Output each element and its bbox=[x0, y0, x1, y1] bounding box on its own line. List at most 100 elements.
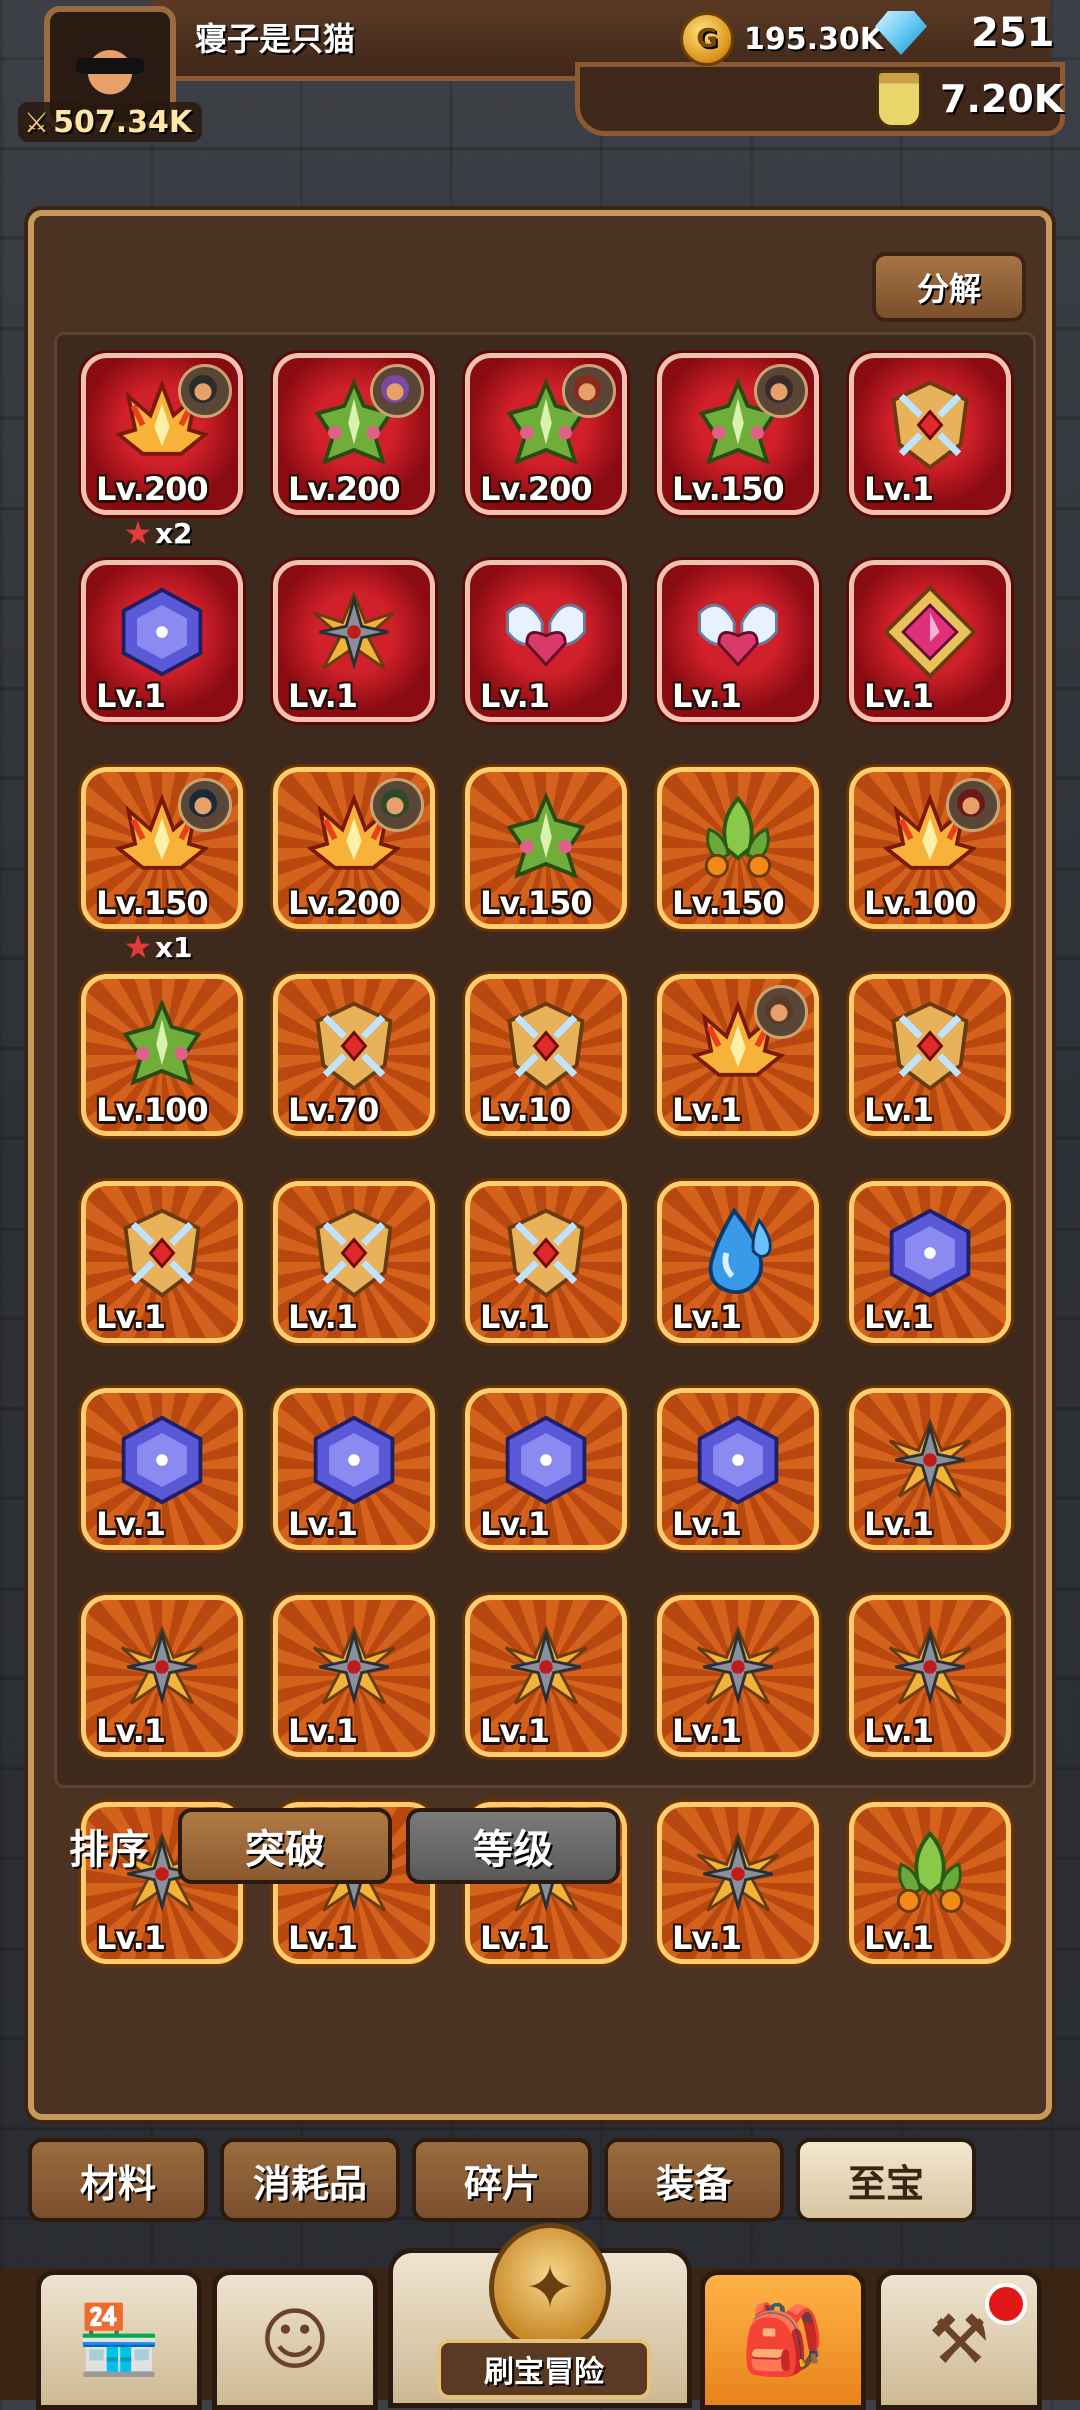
item-level: Lv.1 bbox=[864, 1505, 934, 1543]
item-level: Lv.200 bbox=[96, 470, 209, 508]
star-count: x1 bbox=[125, 931, 193, 964]
treasure-item[interactable]: Lv.1 bbox=[849, 1595, 1011, 1757]
shuriken-icon bbox=[882, 1412, 978, 1508]
star-count: x2 bbox=[125, 517, 193, 550]
treasure-item[interactable]: Lv.200 bbox=[465, 353, 627, 515]
tab-equipment[interactable]: 装备 bbox=[604, 2138, 784, 2222]
potion-value: 7.20K bbox=[940, 77, 1064, 121]
adventure-label: 刷宝冒险 bbox=[437, 2339, 651, 2399]
forge-hammer-icon: ⚒ bbox=[928, 2300, 990, 2380]
red-star-icon bbox=[125, 520, 151, 545]
treasure-item[interactable]: Lv.1 bbox=[273, 1388, 435, 1550]
treasure-item[interactable]: Lv.150 bbox=[657, 353, 819, 515]
decompose-button[interactable]: 分解 bbox=[872, 252, 1026, 322]
treasure-item[interactable]: Lv.200 bbox=[81, 353, 243, 515]
nav-backpack-button[interactable]: 🎒 bbox=[700, 2270, 866, 2410]
treasure-item[interactable]: Lv.1 bbox=[81, 1388, 243, 1550]
treasure-item[interactable]: Lv.1 bbox=[465, 1181, 627, 1343]
item-level: Lv.200 bbox=[480, 470, 593, 508]
treasure-item[interactable]: Lv.150 bbox=[81, 767, 243, 929]
treasure-item[interactable]: Lv.1 bbox=[849, 560, 1011, 722]
treasure-item[interactable]: Lv.1 bbox=[849, 1388, 1011, 1550]
treasure-item[interactable]: Lv.1 bbox=[849, 353, 1011, 515]
treasure-item[interactable]: Lv.1 bbox=[657, 1595, 819, 1757]
treasure-item[interactable]: Lv.1 bbox=[273, 560, 435, 722]
item-level: Lv.1 bbox=[480, 1712, 550, 1750]
potion-display[interactable]: 7.20K bbox=[876, 70, 1063, 128]
nav-shop-button[interactable]: 🏪 bbox=[36, 2270, 202, 2410]
gold-coin-icon: G bbox=[680, 12, 734, 66]
sort-label: 排序 bbox=[69, 1827, 149, 1873]
treasure-item[interactable]: Lv.1 bbox=[465, 560, 627, 722]
hex-gem-icon bbox=[690, 1412, 786, 1508]
treasure-item[interactable]: Lv.1 bbox=[273, 1595, 435, 1757]
sort-level-button[interactable]: 等级 bbox=[406, 1808, 620, 1884]
item-level: Lv.1 bbox=[864, 1298, 934, 1336]
tab-fragments[interactable]: 碎片 bbox=[412, 2138, 592, 2222]
gold-display[interactable]: G 195.30K bbox=[680, 12, 883, 66]
treasure-item[interactable]: Lv.1 bbox=[849, 974, 1011, 1136]
treasure-item[interactable]: Lv.1 bbox=[657, 974, 819, 1136]
shield-emblem-icon bbox=[882, 998, 978, 1094]
item-level: Lv.1 bbox=[864, 1712, 934, 1750]
gem-value: 251 bbox=[971, 10, 1055, 56]
treasure-item[interactable]: Lv.200 bbox=[273, 767, 435, 929]
item-level: Lv.1 bbox=[96, 1298, 166, 1336]
treasure-item[interactable]: Lv.1 bbox=[81, 560, 243, 722]
treasure-item[interactable]: Lv.150 bbox=[465, 767, 627, 929]
item-level: Lv.1 bbox=[288, 1505, 358, 1543]
hero-badge-icon bbox=[946, 778, 1000, 832]
tab-materials[interactable]: 材料 bbox=[28, 2138, 208, 2222]
top-bar: ⚔ 507.34K 寝子是只猫 G 195.30K 251 7.20K bbox=[0, 0, 1080, 142]
treasure-item[interactable]: Lv.1 bbox=[657, 1388, 819, 1550]
star-count-text: x1 bbox=[155, 931, 193, 964]
item-level: Lv.150 bbox=[672, 884, 785, 922]
treasure-item[interactable]: Lv.10 bbox=[465, 974, 627, 1136]
hero-face bbox=[381, 375, 409, 403]
treasure-item[interactable]: Lv.1 bbox=[465, 1388, 627, 1550]
thorn-crown-icon bbox=[114, 998, 210, 1094]
thorn-crown-icon bbox=[498, 791, 594, 887]
diamond-gem-icon bbox=[875, 11, 927, 55]
treasure-item[interactable]: Lv.1 bbox=[81, 1181, 243, 1343]
shuriken-icon bbox=[498, 1619, 594, 1715]
leaf-orb-icon bbox=[690, 791, 786, 887]
hero-badge-icon bbox=[754, 985, 808, 1039]
hero-face bbox=[189, 375, 217, 403]
treasure-item[interactable]: Lv.1 bbox=[273, 1181, 435, 1343]
treasure-item[interactable]: Lv.70 bbox=[273, 974, 435, 1136]
treasure-item[interactable]: Lv.1 bbox=[657, 560, 819, 722]
power-display: ⚔ 507.34K bbox=[18, 102, 203, 142]
potion-bottle-icon bbox=[876, 70, 922, 128]
shuriken-icon bbox=[882, 1619, 978, 1715]
treasure-panel: 分解 Lv.200 x2 Lv.200 Lv.200 Lv.150 Lv.1 Lv.1 Lv.… bbox=[28, 210, 1052, 2120]
hex-gem-icon bbox=[498, 1412, 594, 1508]
treasure-item[interactable]: Lv.100 bbox=[849, 767, 1011, 929]
treasure-item[interactable]: Lv.1 bbox=[465, 1595, 627, 1757]
tab-consumables[interactable]: 消耗品 bbox=[220, 2138, 400, 2222]
shuriken-icon bbox=[114, 1619, 210, 1715]
treasure-item[interactable]: Lv.150 bbox=[657, 767, 819, 929]
nav-hero-button[interactable]: ☺ bbox=[212, 2270, 378, 2410]
item-level: Lv.1 bbox=[864, 1091, 934, 1129]
item-level: Lv.1 bbox=[672, 1091, 742, 1129]
hero-face bbox=[957, 789, 985, 817]
sort-breakthrough-button[interactable]: 突破 bbox=[178, 1808, 392, 1884]
nav-forge-button[interactable]: ⚒ bbox=[876, 2270, 1042, 2410]
shuriken-icon bbox=[306, 1619, 402, 1715]
hex-gem-icon bbox=[306, 1412, 402, 1508]
treasure-item[interactable]: Lv.1 bbox=[657, 1181, 819, 1343]
treasure-item[interactable]: Lv.100 bbox=[81, 974, 243, 1136]
hex-gem-icon bbox=[114, 1412, 210, 1508]
tab-treasures[interactable]: 至宝 bbox=[796, 2138, 976, 2222]
gem-display[interactable]: 251 bbox=[875, 10, 1055, 56]
adventure-map-icon: ✦ bbox=[489, 2223, 611, 2353]
treasure-item[interactable]: Lv.200 bbox=[273, 353, 435, 515]
hero-badge-icon bbox=[754, 364, 808, 418]
shield-emblem-icon bbox=[114, 1205, 210, 1301]
treasure-item[interactable]: Lv.1 bbox=[849, 1181, 1011, 1343]
shield-emblem-icon bbox=[498, 1205, 594, 1301]
item-level: Lv.1 bbox=[96, 1919, 166, 1957]
treasure-item[interactable]: Lv.1 bbox=[81, 1595, 243, 1757]
nav-adventure-button[interactable]: ✦ 刷宝冒险 bbox=[388, 2223, 692, 2408]
